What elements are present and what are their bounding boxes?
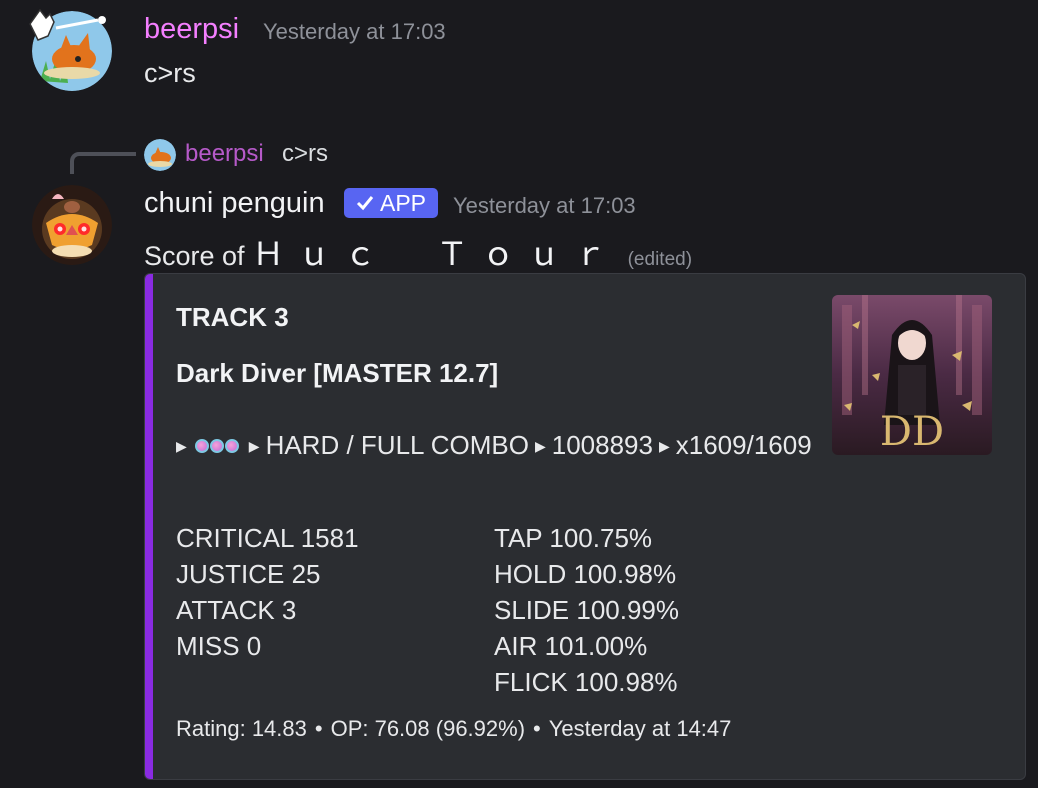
- timestamp: Yesterday at 17:03: [263, 19, 446, 44]
- pointing-hand-icon: [29, 8, 106, 41]
- accuracy-hold: HOLD 100.98%: [494, 559, 677, 589]
- edited-label: (edited): [627, 249, 693, 270]
- judgement-critical: CRITICAL 1581: [176, 523, 359, 553]
- separator: •: [533, 716, 541, 741]
- svg-text:DD: DD: [880, 409, 944, 455]
- reply-connector: [70, 152, 136, 174]
- judgement-list: CRITICAL 1581 JUSTICE 25 ATTACK 3 MISS 0: [176, 520, 359, 664]
- avatar[interactable]: [32, 185, 112, 265]
- judgement-attack: ATTACK 3: [176, 595, 297, 625]
- separator: •: [314, 716, 323, 741]
- accuracy-tap: TAP 100.75%: [494, 523, 653, 553]
- reply-avatar-image: [144, 139, 176, 171]
- embed-result-line: ▶ ▶ HARD / FULL COMBO ▶ 1008893 ▶ x1609/…: [176, 430, 812, 461]
- footer-time: Yesterday at 14:47: [548, 716, 732, 741]
- score-embed: TRACK 3 Dark Diver [MASTER 12.7] ▶ ▶ HAR…: [144, 273, 1026, 780]
- clear-lamp: HARD / FULL COMBO: [265, 430, 529, 460]
- accuracy-slide: SLIDE 100.99%: [494, 595, 680, 625]
- accuracy-flick: FLICK 100.98%: [494, 667, 678, 697]
- triangle-icon: ▶: [176, 438, 187, 454]
- content-prefix: Score of: [144, 241, 245, 271]
- embed-song: Dark Diver [MASTER 12.7]: [176, 358, 499, 388]
- footer-op: OP: 76.08 (96.92%): [330, 716, 526, 741]
- message-content: Score of Ｈｕｃ Ｔｏｕｒ (edited): [144, 229, 692, 275]
- triangle-icon: ▶: [248, 438, 260, 454]
- reply-preview[interactable]: c>rs: [282, 140, 328, 168]
- avatar-image: [32, 185, 112, 265]
- embed-accent-bar: [145, 274, 153, 779]
- player-name: Ｈｕｃ Ｔｏｕｒ: [252, 235, 621, 273]
- footer-rating: Rating: 14.83: [176, 716, 307, 741]
- jacket-thumbnail[interactable]: DD: [832, 295, 992, 455]
- username[interactable]: beerpsi: [144, 12, 239, 46]
- message-content: c>rs: [144, 58, 196, 88]
- checkmark-icon: [356, 196, 374, 211]
- username[interactable]: chuni penguin: [144, 186, 325, 220]
- rank-gems-icon: [194, 438, 239, 453]
- triangle-icon: ▶: [534, 438, 546, 454]
- embed-title: TRACK 3: [176, 302, 289, 332]
- judgement-miss: MISS 0: [176, 631, 262, 661]
- triangle-icon: ▶: [658, 438, 670, 454]
- jacket-image: DD: [832, 295, 992, 455]
- judgement-justice: JUSTICE 25: [176, 559, 321, 589]
- accuracy-list: TAP 100.75% HOLD 100.98% SLIDE 100.99% A…: [494, 520, 679, 700]
- reply-avatar[interactable]: [144, 139, 176, 171]
- accuracy-air: AIR 101.00%: [494, 631, 648, 661]
- app-badge-label: APP: [379, 189, 427, 216]
- reply-username[interactable]: beerpsi: [185, 140, 264, 168]
- score: 1008893: [551, 430, 653, 460]
- combo: x1609/1609: [675, 430, 812, 460]
- embed-footer: Rating: 14.83 • OP: 76.08 (96.92%) • Yesterd…: [176, 716, 731, 742]
- timestamp: Yesterday at 17:03: [453, 193, 636, 218]
- app-badge: APP: [344, 188, 438, 218]
